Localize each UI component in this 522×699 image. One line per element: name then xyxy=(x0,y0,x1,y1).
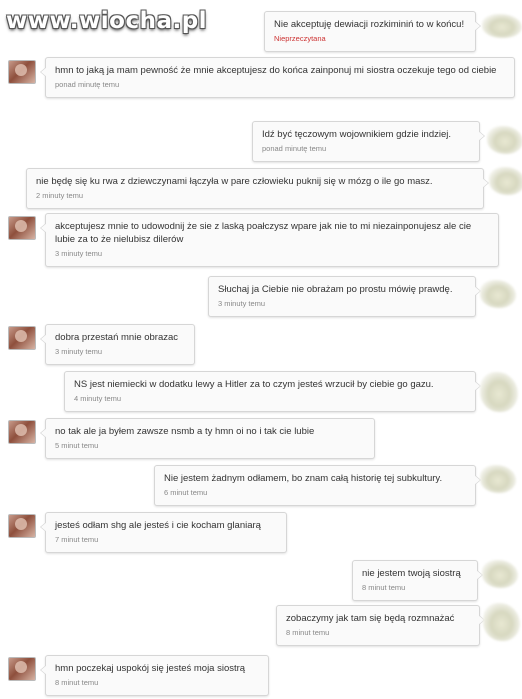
avatar[interactable] xyxy=(8,60,36,84)
avatar[interactable] xyxy=(482,14,522,38)
message-text: no tak ale ja byłem zawsze nsmb a ty hmn… xyxy=(55,426,315,437)
message-bubble: jesteś odłam shg ale jesteś i cie kocham… xyxy=(40,512,287,553)
message-bubble: NS jest niemiecki w dodatku lewy a Hitle… xyxy=(64,371,481,412)
site-watermark: www.wiocha.pl xyxy=(6,8,208,34)
message-timestamp: 5 minut temu xyxy=(55,441,99,450)
message-bubble: Słuchaj ja Ciebie nie obrażam po prostu … xyxy=(208,276,481,317)
message-bubble: dobra przestań mnie obrazac 3 minuty tem… xyxy=(40,324,195,365)
avatar[interactable] xyxy=(487,126,522,154)
message-timestamp: 6 minut temu xyxy=(164,488,208,497)
message-timestamp: ponad minutę temu xyxy=(55,80,120,89)
avatar[interactable] xyxy=(480,372,518,412)
message-timestamp: 8 minut temu xyxy=(55,678,99,687)
message-text: Słuchaj ja Ciebie nie obrażam po prostu … xyxy=(218,284,453,295)
message-bubble: Idź być tęczowym wojownikiem gdzie indzi… xyxy=(252,121,485,162)
message-text: nie będę się ku rwa z dziewczynami łączy… xyxy=(36,176,433,187)
avatar[interactable] xyxy=(483,603,520,641)
avatar[interactable] xyxy=(480,280,516,308)
message-text: Idź być tęczowym wojownikiem gdzie indzi… xyxy=(262,129,452,140)
message-bubble: hmn poczekaj uspokój się jesteś moja sio… xyxy=(40,655,269,696)
message-bubble: no tak ale ja byłem zawsze nsmb a ty hmn… xyxy=(40,418,375,459)
message-bubble: akceptujesz mnie to udowodnij że sie z l… xyxy=(40,213,499,267)
message-timestamp: 8 minut temu xyxy=(362,583,406,592)
message-text: nie jestem twoją siostrą xyxy=(362,568,461,579)
avatar[interactable] xyxy=(8,657,36,681)
message-text: dobra przestań mnie obrazac xyxy=(55,332,179,343)
unread-status: Nieprzeczytana xyxy=(274,34,326,43)
message-text: zobaczymy jak tam się będą rozmnażać xyxy=(286,613,455,624)
message-text: akceptujesz mnie to udowodnij że sie z l… xyxy=(55,221,472,245)
message-bubble: Nie jestem żadnym odłamem, bo znam całą … xyxy=(154,465,481,506)
message-text: hmn poczekaj uspokój się jesteś moja sio… xyxy=(55,663,246,674)
avatar[interactable] xyxy=(8,514,36,538)
avatar[interactable] xyxy=(8,420,36,444)
message-timestamp: 4 minuty temu xyxy=(74,394,122,403)
message-timestamp: 8 minut temu xyxy=(286,628,330,637)
message-timestamp: 7 minut temu xyxy=(55,535,99,544)
avatar[interactable] xyxy=(482,560,518,588)
message-bubble: Nie akceptuję dewiacji rozkiminiń to w k… xyxy=(264,11,481,52)
message-bubble: nie będę się ku rwa z dziewczynami łączy… xyxy=(26,168,489,209)
message-text: NS jest niemiecki w dodatku lewy a Hitle… xyxy=(74,379,434,390)
avatar[interactable] xyxy=(8,326,36,350)
message-text: hmn to jaką ja mam pewność że mnie akcep… xyxy=(55,65,497,76)
message-bubble: hmn to jaką ja mam pewność że mnie akcep… xyxy=(40,57,515,98)
avatar[interactable] xyxy=(489,167,522,195)
message-timestamp: 3 minuty temu xyxy=(218,299,266,308)
message-text: jesteś odłam shg ale jesteś i cie kocham… xyxy=(55,520,261,531)
message-text: Nie jestem żadnym odłamem, bo znam całą … xyxy=(164,473,443,484)
message-bubble: zobaczymy jak tam się będą rozmnażać 8 m… xyxy=(276,605,485,646)
message-timestamp: 3 minuty temu xyxy=(55,249,103,258)
message-timestamp: ponad minutę temu xyxy=(262,144,327,153)
message-timestamp: 2 minuty temu xyxy=(36,191,84,200)
avatar[interactable] xyxy=(8,216,36,240)
message-text: Nie akceptuję dewiacji rozkiminiń to w k… xyxy=(274,19,465,30)
message-bubble: nie jestem twoją siostrą 8 minut temu xyxy=(352,560,483,601)
message-timestamp: 3 minuty temu xyxy=(55,347,103,356)
avatar[interactable] xyxy=(480,465,516,493)
